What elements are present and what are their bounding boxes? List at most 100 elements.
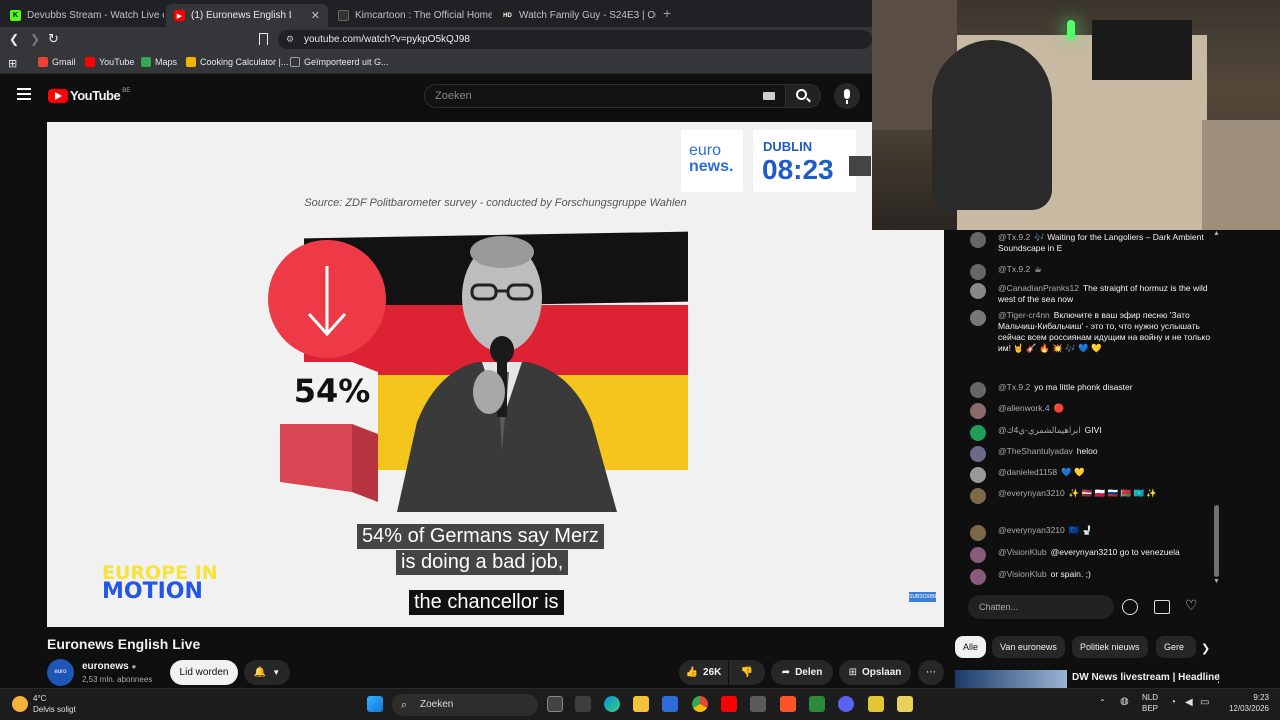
new-tab-button[interactable]: + xyxy=(663,5,671,21)
site-info-icon[interactable]: ⚙ xyxy=(286,30,294,49)
chip[interactable]: Van euronews xyxy=(992,636,1065,658)
avatar xyxy=(970,547,986,563)
logo-text-line1: euro xyxy=(689,142,722,159)
chat-author[interactable]: @VisionKlub xyxy=(998,569,1047,579)
heart-icon[interactable]: ♡ xyxy=(1185,597,1198,614)
clock-time[interactable]: 9:23 xyxy=(1227,693,1269,702)
browser-tab-active[interactable]: ▶ (1) Euronews English Live - Yo ✕ xyxy=(166,4,328,27)
volume-icon[interactable]: ◀ xyxy=(1185,697,1193,708)
scroll-down-icon[interactable]: ▼ xyxy=(1213,578,1220,585)
bookmark-cooking[interactable]: Cooking Calculator |... xyxy=(186,57,288,67)
close-icon[interactable]: ✕ xyxy=(305,9,320,22)
app-icon[interactable] xyxy=(868,696,884,712)
super-chat-icon[interactable] xyxy=(1154,600,1170,614)
brave-icon[interactable] xyxy=(780,696,796,712)
discord-icon[interactable] xyxy=(838,696,854,712)
channel-avatar[interactable]: euro news. xyxy=(47,659,74,702)
browser-tab[interactable]: K Devubbs Stream - Watch Live on xyxy=(2,4,164,27)
more-vert-icon[interactable]: ⋮ xyxy=(1213,672,1224,685)
chat-message: @VisionKlub or spain. ;) xyxy=(970,569,1218,585)
search-input[interactable]: Zoeken xyxy=(424,84,786,108)
emoji-icon[interactable] xyxy=(1122,599,1138,615)
edge-icon[interactable] xyxy=(604,696,620,712)
wifi-icon[interactable]: ◔ xyxy=(1170,697,1176,708)
city-clock: DUBLIN 08:23 xyxy=(753,130,856,192)
chip[interactable]: Gere xyxy=(1156,636,1196,658)
bookmark-icon[interactable] xyxy=(259,33,268,45)
language-line1[interactable]: NLD xyxy=(1142,693,1158,702)
clock-date[interactable]: 12/03/2026 xyxy=(1222,704,1269,713)
chat-author[interactable]: @alienwork.4 xyxy=(998,403,1050,413)
calculator-icon[interactable] xyxy=(750,696,766,712)
language-line2[interactable]: BEP xyxy=(1142,704,1158,713)
weather-icon[interactable] xyxy=(12,696,28,712)
save-button[interactable]: ⊞ Opslaan xyxy=(839,660,911,685)
video-player[interactable]: Source: ZDF Politbarometer survey - cond… xyxy=(47,122,944,627)
start-icon[interactable] xyxy=(367,696,383,712)
clock-city: DUBLIN xyxy=(763,139,813,154)
channel-name[interactable]: euronews ● xyxy=(82,661,136,672)
chat-author[interactable]: @Tx.9.2 xyxy=(998,264,1030,274)
tray-app-icon[interactable]: ◍ xyxy=(1120,696,1129,707)
keyboard-icon[interactable] xyxy=(763,92,775,100)
chip[interactable]: Politiek nieuws xyxy=(1072,636,1148,658)
chat-author[interactable]: @TheShantulyadav xyxy=(998,446,1073,456)
bookmark-folder[interactable]: Geïmporteerd uit G... xyxy=(290,57,389,67)
chat-author[interactable]: @Tx.9.2 xyxy=(998,382,1030,392)
chat-author[interactable]: @everynyan3210 xyxy=(998,525,1065,535)
recommended-thumbnail[interactable] xyxy=(955,670,1067,688)
apps-grid-icon[interactable]: ⊞ xyxy=(8,57,17,70)
voice-search-button[interactable] xyxy=(834,83,860,109)
file-explorer-icon[interactable] xyxy=(633,696,649,712)
app-icon[interactable] xyxy=(809,696,825,712)
address-field[interactable]: ⚙ youtube.com/watch?v=pykpO5kQJ98 xyxy=(278,30,872,49)
store-icon[interactable] xyxy=(575,696,591,712)
search-button[interactable] xyxy=(785,84,821,108)
share-button[interactable]: ➦ Delen xyxy=(771,660,833,685)
chat-author[interactable]: @danieled1158 xyxy=(998,467,1057,477)
bookmark-youtube[interactable]: YouTube xyxy=(85,57,134,67)
save-icon: ⊞ xyxy=(848,667,857,678)
bookmark-maps[interactable]: Maps xyxy=(141,57,177,67)
webcam-overlay xyxy=(872,0,1280,230)
taskbar-search[interactable]: ⌕ Zoeken xyxy=(392,694,538,716)
reload-icon[interactable]: ↻ xyxy=(48,31,59,47)
youtube-app-icon[interactable] xyxy=(721,696,737,712)
like-button[interactable]: 👍 26K xyxy=(679,660,728,685)
scroll-up-icon[interactable]: ▲ xyxy=(1213,230,1220,237)
dislike-button[interactable]: 👎 xyxy=(729,660,765,685)
browser-tab[interactable]: Kimcartoon : The Official Home | kim xyxy=(330,4,492,27)
bookmark-gmail[interactable]: Gmail xyxy=(38,57,76,67)
youtube-logo-icon xyxy=(48,88,68,103)
tray-chevron-icon[interactable]: ⌃ xyxy=(1099,698,1106,707)
recommended-title[interactable]: DW News livestream | Headline xyxy=(1072,672,1220,683)
chip[interactable]: Alle xyxy=(955,636,987,658)
chevron-right-icon[interactable]: ❯ xyxy=(1201,642,1210,655)
chat-author[interactable]: @VisionKlub xyxy=(998,547,1047,557)
chat-author[interactable]: @Tiger-cr4nn xyxy=(998,310,1050,320)
more-actions-button[interactable]: ⋯ xyxy=(918,660,944,685)
chat-input[interactable]: Chatten... xyxy=(968,595,1114,619)
weather-icon xyxy=(849,156,871,176)
chat-author[interactable]: @CanadianPranks12 xyxy=(998,283,1079,293)
chat-author[interactable]: @Tx.9.2 xyxy=(998,232,1030,242)
battery-icon[interactable]: ▭ xyxy=(1200,697,1209,708)
menu-icon[interactable] xyxy=(17,88,31,100)
task-view-icon[interactable] xyxy=(547,696,563,712)
forward-icon[interactable]: ❯ xyxy=(30,32,40,46)
subscribe-badge[interactable]: SUBSCRIBE xyxy=(909,592,938,602)
chat-author[interactable]: @ابراهيمالشمري-ي4ك xyxy=(998,425,1081,435)
app-icon[interactable] xyxy=(897,696,913,712)
browser-toolbar: ❮ ❯ ↻ ⚙ youtube.com/watch?v=pykpO5kQJ98 xyxy=(0,27,872,52)
notifications-button[interactable]: 🔔 ▼ xyxy=(244,660,290,685)
join-button[interactable]: Lid worden xyxy=(170,660,238,685)
youtube-logo[interactable]: YouTube BE xyxy=(48,88,130,103)
mail-icon[interactable] xyxy=(662,696,678,712)
browser-tab[interactable]: HD Watch Family Guy - S24E3 | Online H xyxy=(494,4,656,27)
avatar xyxy=(970,310,986,326)
subtitle-line: the chancellor is xyxy=(409,590,564,615)
chrome-icon[interactable] xyxy=(692,696,708,712)
chat-author[interactable]: @everynyan3210 xyxy=(998,488,1065,498)
chat-scrollbar[interactable] xyxy=(1214,505,1219,577)
back-icon[interactable]: ❮ xyxy=(9,32,19,46)
